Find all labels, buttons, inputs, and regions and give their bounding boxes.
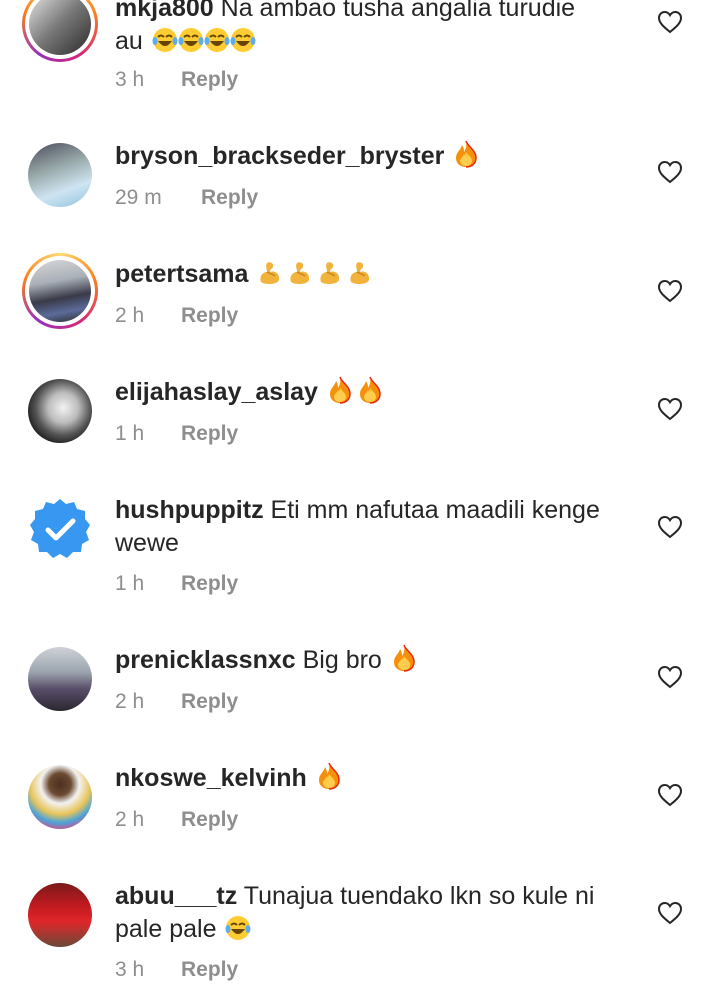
heart-outline-icon[interactable]: [657, 397, 683, 421]
avatar-image: [28, 143, 92, 207]
heart-outline-icon[interactable]: [657, 783, 683, 807]
comment-timestamp: 3 h: [115, 958, 145, 981]
comment-username[interactable]: elijahaslay_aslay: [115, 378, 318, 406]
laughing-tears-emoji-icon: [216, 915, 251, 943]
reply-button[interactable]: Reply: [181, 68, 238, 92]
avatar-image: [28, 379, 92, 443]
heart-outline-icon[interactable]: [657, 279, 683, 303]
fire-emoji-icon: [451, 140, 479, 170]
comment-body: Eti mm nafutaa maadili kenge: [263, 496, 600, 524]
comment-meta: 1 h Reply: [115, 572, 238, 596]
comment-body: [318, 378, 325, 406]
avatar[interactable]: [22, 641, 98, 717]
comment-meta: 1 h Reply: [115, 422, 238, 446]
fire-emoji-icon: [325, 376, 385, 406]
comment-text: bryson_brackseder_bryster: [115, 140, 640, 173]
comment-meta: 3 h Reply: [115, 68, 238, 92]
comment-text: nkoswe_kelvinh: [115, 762, 640, 795]
avatar[interactable]: [22, 137, 98, 213]
avatar-image: [28, 765, 92, 829]
comment-body-line2: pale pale: [115, 915, 217, 943]
reply-button[interactable]: Reply: [181, 304, 238, 328]
fire-emoji-icon: [382, 644, 417, 674]
comment-meta: 2 h Reply: [115, 690, 238, 714]
comment-timestamp: 3 h: [115, 68, 145, 91]
avatar[interactable]: [22, 877, 98, 953]
comment-text: elijahaslay_aslay: [115, 376, 640, 409]
reply-button[interactable]: Reply: [181, 808, 238, 832]
fire-emoji-icon: [314, 762, 342, 792]
comment-timestamp: 2 h: [115, 808, 145, 831]
avatar[interactable]: [22, 759, 98, 835]
reply-button[interactable]: Reply: [201, 186, 258, 210]
reply-button[interactable]: Reply: [181, 422, 238, 446]
reply-button[interactable]: Reply: [181, 690, 238, 714]
comment-username[interactable]: prenicklassnxc: [115, 646, 296, 674]
comment-username[interactable]: mkja800: [115, 0, 214, 22]
comment-body: [307, 764, 314, 792]
laughing-tears-emoji-icon: [143, 27, 256, 55]
comment-username[interactable]: abuu___tz: [115, 882, 237, 910]
avatar-image: [29, 260, 91, 322]
comment-meta: 2 h Reply: [115, 304, 238, 328]
comment-timestamp: 2 h: [115, 690, 145, 713]
comment-body-line2: au: [115, 27, 143, 55]
comment-username[interactable]: petertsama: [115, 260, 248, 288]
comment-username[interactable]: nkoswe_kelvinh: [115, 764, 307, 792]
comment-username[interactable]: hushpuppitz: [115, 496, 264, 524]
comment-text: mkja800 Na ambao tusha angalia turudie a…: [115, 0, 640, 58]
flexed-biceps-emoji-icon: [255, 260, 377, 288]
comment-text: hushpuppitz Eti mm nafutaa maadili kenge…: [115, 494, 640, 560]
avatar[interactable]: [22, 491, 98, 567]
comment-meta: 2 h Reply: [115, 808, 238, 832]
heart-outline-icon[interactable]: [657, 515, 683, 539]
comment-timestamp: 1 h: [115, 422, 145, 445]
comment-meta: 3 h Reply: [115, 958, 238, 982]
comment-body: Tunajua tuendako lkn so kule ni: [237, 882, 595, 910]
heart-outline-icon[interactable]: [657, 901, 683, 925]
comment-meta: 29 m Reply: [115, 186, 258, 210]
comment-text: abuu___tz Tunajua tuendako lkn so kule n…: [115, 880, 640, 946]
comment-timestamp: 29 m: [115, 186, 162, 209]
reply-button[interactable]: Reply: [181, 958, 238, 982]
reply-button[interactable]: Reply: [181, 572, 238, 596]
comment-body-line2: wewe: [115, 529, 179, 557]
avatar[interactable]: [22, 0, 98, 62]
comment-timestamp: 2 h: [115, 304, 145, 327]
heart-outline-icon[interactable]: [657, 160, 683, 184]
avatar-image: [28, 883, 92, 947]
verified-badge-icon: [30, 499, 90, 558]
comment-body: Big bro: [295, 646, 382, 674]
comment-timestamp: 1 h: [115, 572, 145, 595]
heart-outline-icon[interactable]: [657, 665, 683, 689]
avatar-image: [28, 647, 92, 711]
avatar[interactable]: [22, 253, 98, 329]
avatar[interactable]: [22, 373, 98, 449]
comment-text: petertsama: [115, 258, 640, 291]
comment-body: Na ambao tusha angalia turudie: [213, 0, 576, 22]
comment-text: prenicklassnxc Big bro: [115, 644, 640, 677]
heart-outline-icon[interactable]: [657, 10, 683, 34]
comment-username[interactable]: bryson_brackseder_bryster: [115, 142, 444, 170]
